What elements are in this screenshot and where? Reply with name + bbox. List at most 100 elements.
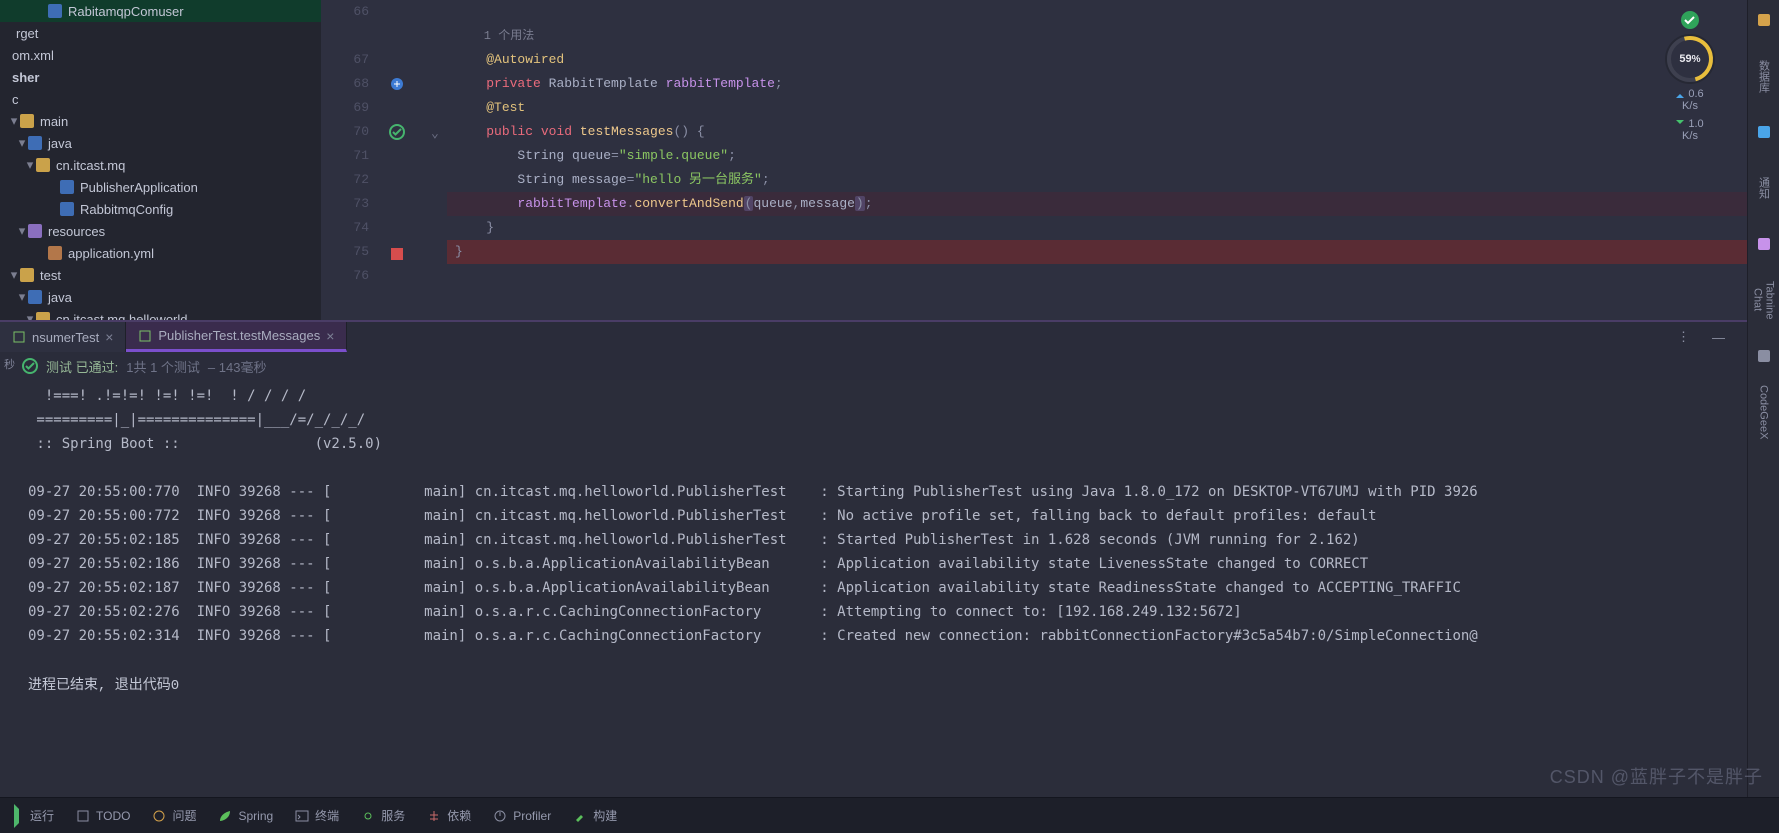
run-tab[interactable]: nsumerTest ×: [0, 322, 126, 352]
tree-label: cn.itcast.mq.helloworld: [56, 312, 188, 321]
chevron-down-icon[interactable]: ▾: [24, 311, 36, 320]
tree-item-cn-itcast-mq-helloworld[interactable]: ▾ cn.itcast.mq.helloworld: [0, 308, 321, 320]
close-icon[interactable]: ×: [326, 328, 334, 344]
toolbar-label: 问题: [172, 807, 196, 824]
tree-label: main: [40, 114, 68, 129]
toolbar-profiler[interactable]: Profiler: [493, 809, 551, 823]
meter-percent: 59: [1679, 53, 1691, 65]
fold-icon[interactable]: ⌄: [431, 126, 443, 138]
upload-icon: [1676, 90, 1684, 98]
hammer-icon: [573, 809, 587, 823]
cls-icon: [48, 4, 62, 18]
toolbar-problems[interactable]: 问题: [152, 807, 196, 824]
tree-item-resources[interactable]: ▾ resources: [0, 220, 321, 242]
code-line[interactable]: public void testMessages() {: [447, 120, 1747, 144]
bell-icon[interactable]: [1752, 118, 1776, 146]
codegeex-icon[interactable]: [1752, 342, 1776, 370]
right-tool-rail[interactable]: 数据库通知 Tabnine Chat CodeGeeX: [1747, 0, 1779, 797]
run-tab-label: nsumerTest: [32, 330, 99, 345]
toolbar-spring[interactable]: Spring: [218, 809, 273, 823]
test-status-text: 测试 已通过:: [46, 357, 118, 376]
toolbar-services[interactable]: 服务: [361, 807, 405, 824]
code-line[interactable]: }: [447, 216, 1747, 240]
tree-item-om-xml[interactable]: om.xml: [0, 44, 321, 66]
project-tree[interactable]: RabitamqpComuser rget om.xmlsherc ▾ main ▾ jav…: [0, 0, 321, 320]
term-icon: [295, 809, 309, 823]
tree-item-rget[interactable]: rget: [0, 22, 321, 44]
code-line[interactable]: @Autowired: [447, 48, 1747, 72]
tree-label: rget: [16, 26, 38, 41]
code-line[interactable]: String queue="simple.queue";: [447, 144, 1747, 168]
code-line[interactable]: [447, 0, 1747, 24]
tree-item-main[interactable]: ▾ main: [0, 110, 321, 132]
run-panel-tools[interactable]: ⋮ —: [1677, 322, 1747, 352]
tree-item-cn-itcast-mq[interactable]: ▾cn.itcast.mq: [0, 154, 321, 176]
tree-item-test[interactable]: ▾test: [0, 264, 321, 286]
cls-icon: [60, 180, 74, 194]
gear-icon: [361, 809, 375, 823]
left-gutter-label: 秒: [4, 356, 15, 372]
breakpoint-icon[interactable]: [389, 246, 405, 262]
code-line[interactable]: }: [447, 240, 1747, 264]
toolbar-todo[interactable]: TODO: [76, 809, 130, 823]
java-icon: [28, 136, 42, 150]
ascii-banner: !===! .!=!=! !=! !=! ! / / / / =========…: [28, 384, 1745, 456]
minimize-icon[interactable]: —: [1712, 330, 1725, 345]
toolbar-run[interactable]: 运行: [14, 807, 54, 824]
code-line[interactable]: String message="hello 另一台服务";: [447, 168, 1747, 192]
tree-item-java[interactable]: ▾ java: [0, 286, 321, 308]
chevron-down-icon[interactable]: ▾: [16, 289, 28, 305]
chevron-down-icon[interactable]: ▾: [16, 223, 28, 239]
chevron-down-icon[interactable]: ▾: [8, 267, 20, 283]
test-icon: [12, 330, 26, 344]
rail-数据库[interactable]: 数据库: [1752, 46, 1776, 106]
code-line[interactable]: rabbitTemplate.convertAndSend(queue,mess…: [447, 192, 1747, 216]
toolbar-label: 构建: [593, 807, 617, 824]
toolbar-terminal[interactable]: 终端: [295, 807, 339, 824]
java-icon: [28, 290, 42, 304]
more-icon[interactable]: ⋮: [1677, 329, 1690, 345]
prof-icon: [493, 809, 507, 823]
chevron-down-icon[interactable]: ▾: [16, 135, 28, 151]
code-editor[interactable]: 6667686970717273747576⌄ 1 个用法 @Autowired…: [321, 0, 1747, 320]
tree-icon: [427, 809, 441, 823]
tree-item-application-yml[interactable]: application.yml: [0, 242, 321, 264]
tree-item-rabbitmqconfig[interactable]: RabbitmqConfig: [0, 198, 321, 220]
toolbar-label: 终端: [315, 807, 339, 824]
toolbar-deps[interactable]: 依赖: [427, 807, 471, 824]
tree-label: RabbitmqConfig: [80, 202, 173, 217]
tree-item-java[interactable]: ▾ java: [0, 132, 321, 154]
log-lines: 09-27 20:55:00:770 INFO 39268 --- [ main…: [28, 456, 1745, 648]
run-tab[interactable]: PublisherTest.testMessages×: [126, 322, 347, 352]
close-icon[interactable]: ×: [105, 329, 113, 345]
check-badge-icon: [1680, 10, 1700, 30]
bug-icon: [152, 809, 166, 823]
code-line[interactable]: [447, 264, 1747, 288]
tree-item-sher[interactable]: sher: [0, 66, 321, 88]
run-gutter-icon[interactable]: [389, 124, 405, 140]
code-line[interactable]: private RabbitTemplate rabbitTemplate;: [447, 72, 1747, 96]
tabnine-icon[interactable]: [1752, 230, 1776, 258]
toolbar-label: 依赖: [447, 807, 471, 824]
tree-label: java: [48, 290, 72, 305]
database-icon[interactable]: [1752, 6, 1776, 34]
code-line[interactable]: @Test: [447, 96, 1747, 120]
tree-label: resources: [48, 224, 105, 239]
tree-item-publisherapplication[interactable]: PublisherApplication: [0, 176, 321, 198]
tree-label: java: [48, 136, 72, 151]
tree-item-rabitamqpcomuser[interactable]: RabitamqpComuser: [0, 0, 321, 22]
chevron-down-icon[interactable]: ▾: [24, 157, 36, 173]
tree-label: application.yml: [68, 246, 154, 261]
bottom-toolbar[interactable]: 运行 TODO 问题 Spring 终端 服务 依赖 Profiler 构建: [0, 797, 1779, 833]
folder-icon: [20, 114, 34, 128]
implement-icon[interactable]: [389, 76, 405, 92]
rail-codegeex[interactable]: CodeGeeX: [1752, 382, 1776, 442]
rail-通知[interactable]: 通知: [1752, 158, 1776, 218]
rail-tabnine chat[interactable]: Tabnine Chat: [1752, 270, 1776, 330]
toolbar-label: Spring: [238, 809, 273, 823]
usages-hint[interactable]: 1 个用法: [447, 24, 1747, 48]
toolbar-build[interactable]: 构建: [573, 807, 617, 824]
console-output[interactable]: !===! .!=!=! !=! !=! ! / / / / =========…: [0, 380, 1747, 797]
chevron-down-icon[interactable]: ▾: [8, 113, 20, 129]
tree-item-c[interactable]: c: [0, 88, 321, 110]
